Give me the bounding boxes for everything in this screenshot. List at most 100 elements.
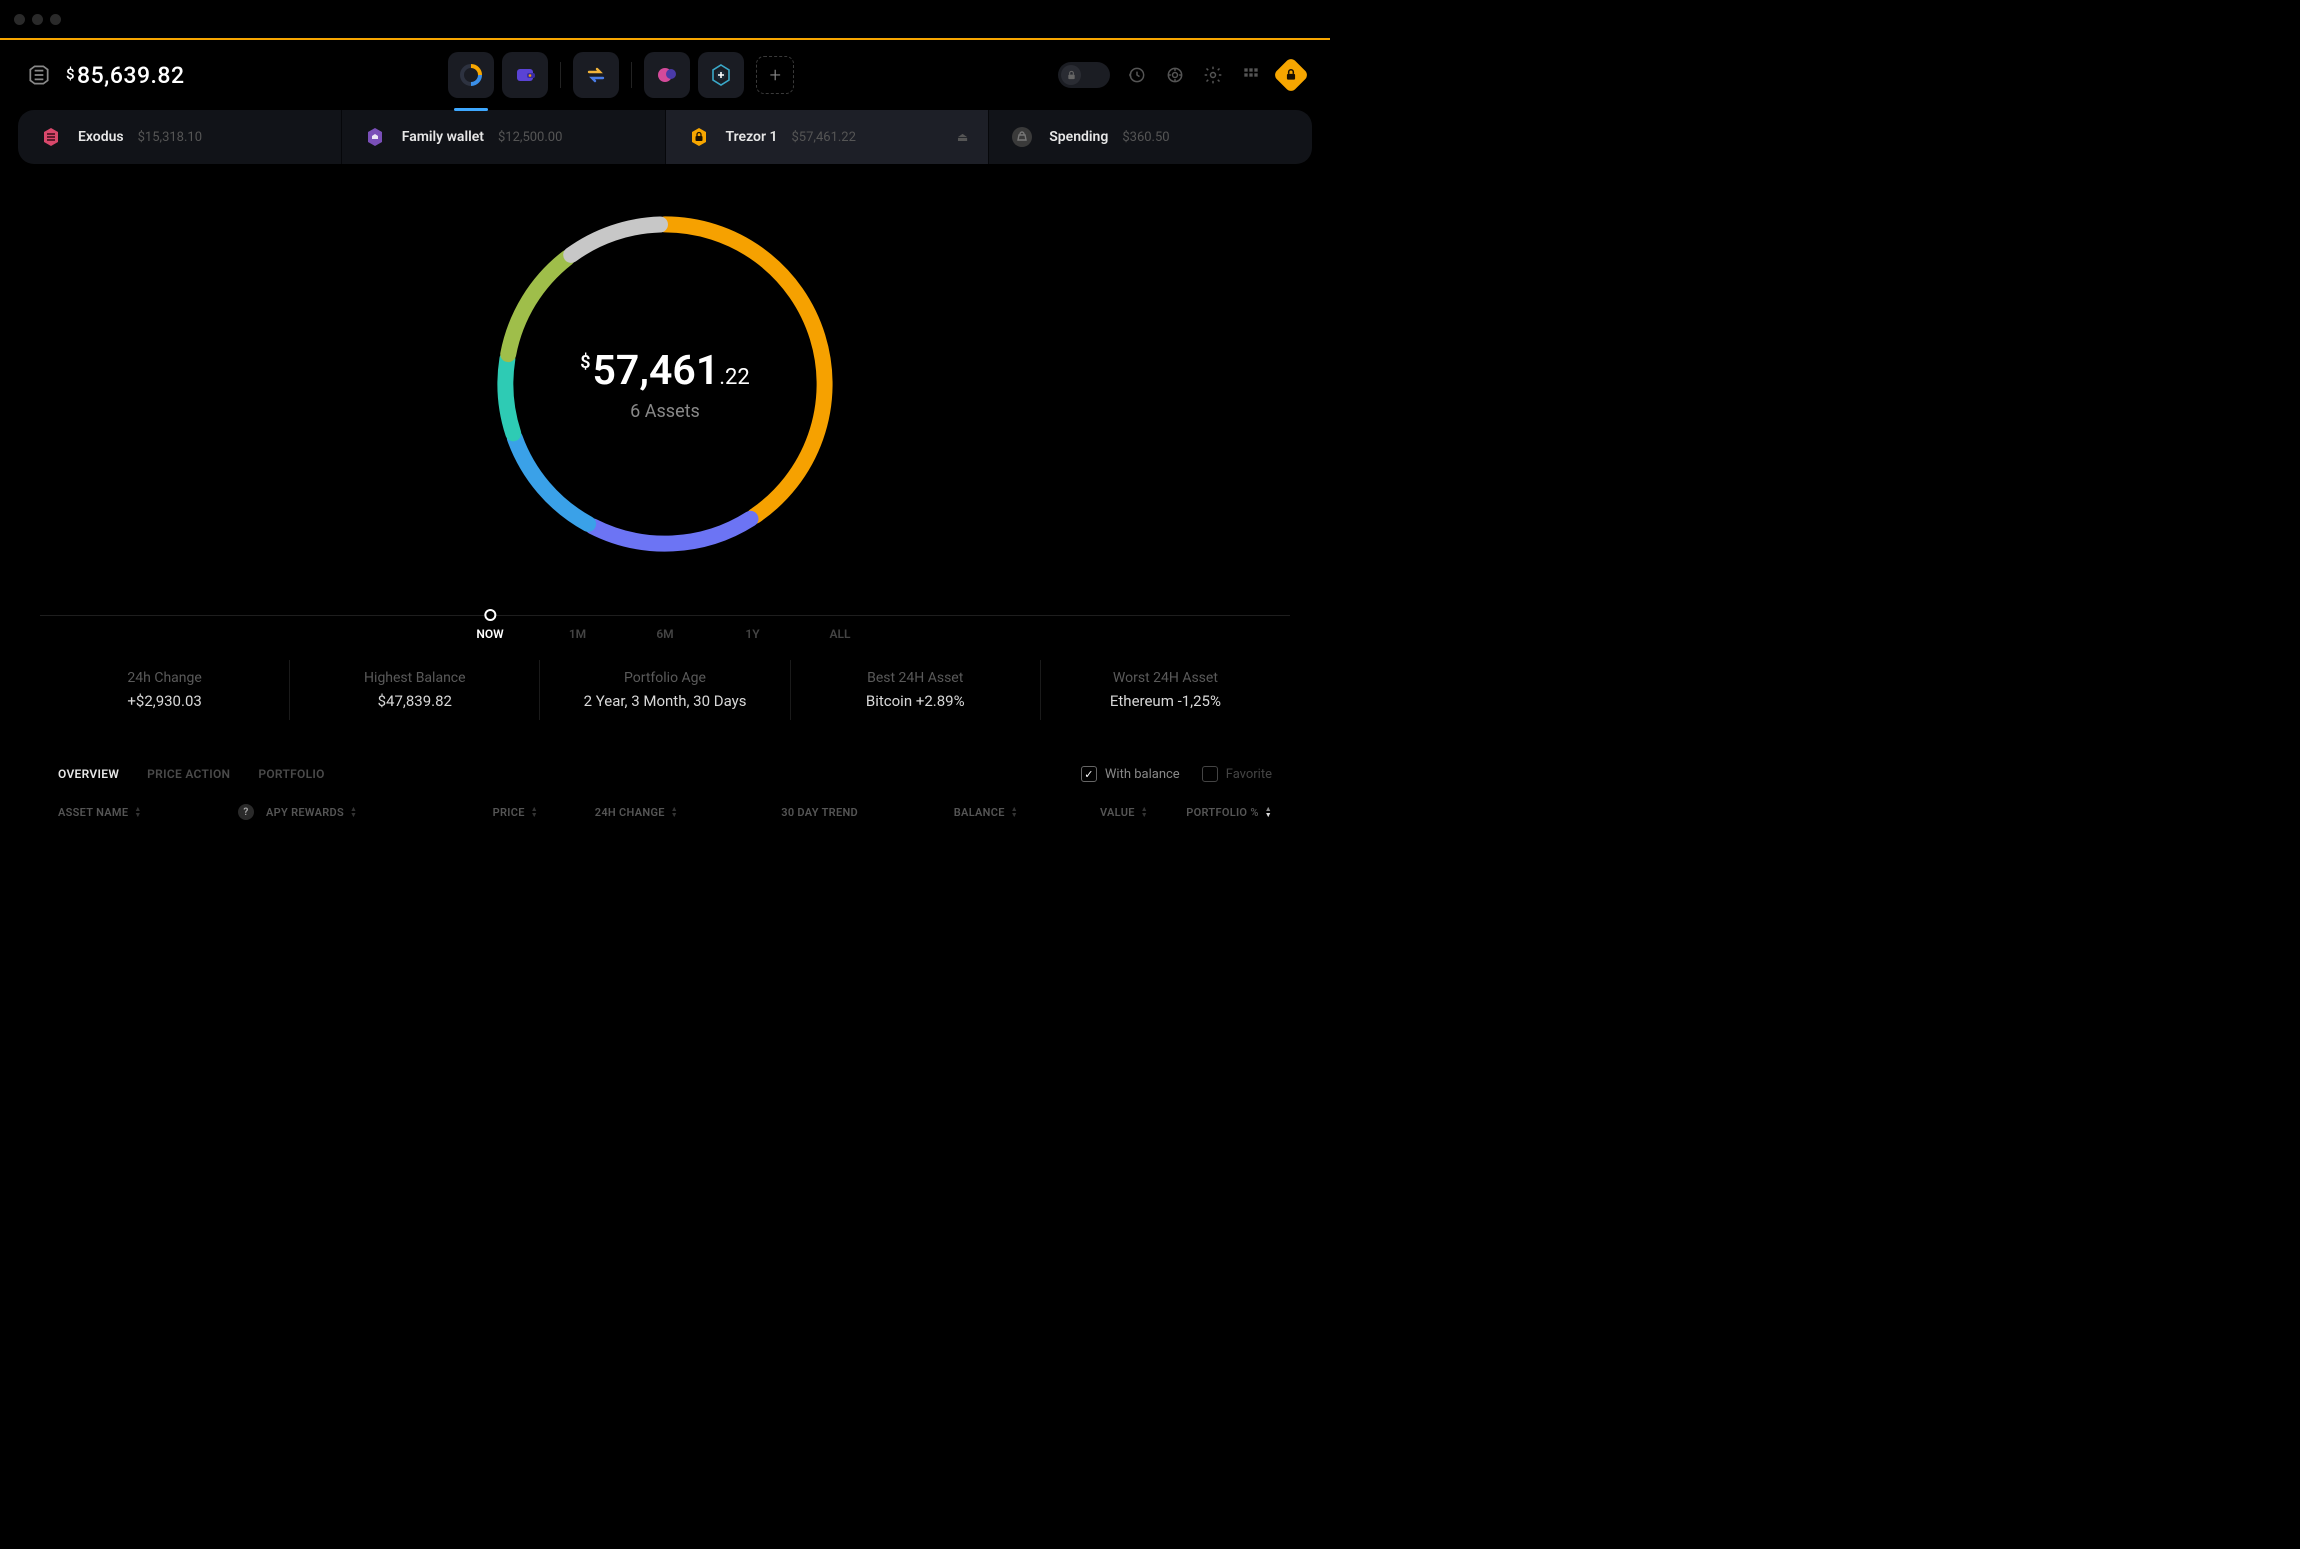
wallet-label: Family wallet xyxy=(402,129,484,145)
stat-item: 24h Change +$2,930.03 xyxy=(40,660,289,720)
col-apy-rewards[interactable]: ?APY REWARDS▲▼ xyxy=(238,804,408,820)
col-portfolio-pct[interactable]: PORTFOLIO %▲▼ xyxy=(1148,804,1272,820)
wallet-icon xyxy=(1009,124,1035,150)
time-range-now[interactable]: NOW xyxy=(476,609,503,641)
time-label: ALL xyxy=(830,627,851,641)
wallet-tab-trezor1[interactable]: Trezor 1 $57,461.22 ⏏ xyxy=(665,110,989,164)
stat-value: $47,839.82 xyxy=(290,692,539,710)
time-label: NOW xyxy=(476,627,503,641)
time-range-all[interactable]: ALL xyxy=(830,609,851,641)
donut-segment[interactable] xyxy=(515,438,588,524)
wallet-label: Spending xyxy=(1049,129,1108,145)
nav-wallet-button[interactable] xyxy=(502,52,548,98)
stats-row: 24h Change +$2,930.03Highest Balance $47,8… xyxy=(40,660,1290,720)
topbar: $85,639.82 xyxy=(0,40,1330,110)
wallet-value: $15,318.10 xyxy=(138,130,202,145)
wallet-value: $57,461.22 xyxy=(791,130,855,145)
nav-exchange-button[interactable] xyxy=(573,52,619,98)
donut-segment[interactable] xyxy=(505,359,513,433)
time-range-1m[interactable]: 1M xyxy=(569,609,586,641)
wallet-value: $12,500.00 xyxy=(498,130,562,145)
table-tab-portfolio[interactable]: PORTFOLIO xyxy=(258,767,324,781)
nav-portfolio-button[interactable] xyxy=(448,52,494,98)
lock-icon xyxy=(1061,65,1081,85)
stat-title: Worst 24H Asset xyxy=(1041,670,1290,686)
eject-icon[interactable]: ⏏ xyxy=(957,130,968,144)
col-price[interactable]: PRICE▲▼ xyxy=(408,804,538,820)
filter-label: With balance xyxy=(1105,767,1180,782)
stat-value: Ethereum -1,25% xyxy=(1041,692,1290,710)
nav-separator xyxy=(560,62,561,88)
wallet-label: Exodus xyxy=(78,129,124,145)
donut-segment[interactable] xyxy=(593,519,751,544)
donut-segment[interactable] xyxy=(508,258,567,354)
hardware-lock-toggle[interactable] xyxy=(1058,62,1110,88)
wallet-label: Trezor 1 xyxy=(726,129,778,145)
time-label: 1Y xyxy=(745,627,759,641)
nav-new-button[interactable]: + xyxy=(756,56,794,94)
traffic-light-zoom[interactable] xyxy=(50,14,61,25)
col-balance[interactable]: BALANCE▲▼ xyxy=(858,804,1018,820)
brand-logo-icon[interactable] xyxy=(26,62,52,88)
wallet-tab-exodus[interactable]: Exodus $15,318.10 xyxy=(18,110,341,164)
stat-value: +$2,930.03 xyxy=(40,692,289,710)
support-button[interactable] xyxy=(1164,64,1186,86)
wallet-icon xyxy=(362,124,388,150)
col-24h-change[interactable]: 24H CHANGE▲▼ xyxy=(538,804,678,820)
traffic-light-close[interactable] xyxy=(14,14,25,25)
help-icon[interactable]: ? xyxy=(238,804,254,820)
plus-icon: + xyxy=(770,63,781,87)
lock-icon xyxy=(1284,68,1298,82)
filter-favorite[interactable]: Favorite xyxy=(1202,766,1272,782)
time-label: 6M xyxy=(656,627,673,641)
settings-button[interactable] xyxy=(1202,64,1224,86)
donut-value: $57,461.22 xyxy=(580,347,750,395)
wallet-tabs: Exodus $15,318.10 Family wallet $12,500.… xyxy=(18,110,1312,164)
table-tab-overview[interactable]: OVERVIEW xyxy=(58,767,119,781)
col-value[interactable]: VALUE▲▼ xyxy=(1018,804,1148,820)
donut-assets-count: 6 Assets xyxy=(580,401,750,422)
wallet-tab-spending[interactable]: Spending $360.50 xyxy=(988,110,1312,164)
stat-title: Best 24H Asset xyxy=(791,670,1040,686)
stat-value: 2 Year, 3 Month, 30 Days xyxy=(540,692,789,710)
wallet-value: $360.50 xyxy=(1122,130,1169,145)
time-dot xyxy=(659,609,671,621)
table-view-tabs: OVERVIEW PRICE ACTION PORTFOLIO xyxy=(58,767,325,781)
traffic-light-minimize[interactable] xyxy=(32,14,43,25)
col-30d-trend[interactable]: 30 DAY TREND xyxy=(678,804,858,820)
time-range-1y[interactable]: 1Y xyxy=(745,609,759,641)
nav-add-asset-button[interactable] xyxy=(698,52,744,98)
table-header: ASSET NAME▲▼ ?APY REWARDS▲▼ PRICE▲▼ 24H … xyxy=(18,782,1312,820)
time-range-6m[interactable]: 6M xyxy=(656,609,673,641)
stat-value: Bitcoin +2.89% xyxy=(791,692,1040,710)
portfolio-donut: $57,461.22 6 Assets xyxy=(18,164,1312,604)
apps-grid-button[interactable] xyxy=(1240,64,1262,86)
filter-with-balance[interactable]: ✓ With balance xyxy=(1081,766,1180,782)
time-dot xyxy=(746,609,758,621)
checkbox-icon xyxy=(1202,766,1218,782)
wallet-icon xyxy=(686,124,712,150)
stat-title: Highest Balance xyxy=(290,670,539,686)
stat-item: Best 24H Asset Bitcoin +2.89% xyxy=(790,660,1040,720)
time-dot xyxy=(484,609,496,621)
nav-apps-button[interactable] xyxy=(644,52,690,98)
wallet-tab-family[interactable]: Family wallet $12,500.00 xyxy=(341,110,665,164)
time-label: 1M xyxy=(569,627,586,641)
filter-label: Favorite xyxy=(1226,767,1272,782)
stat-item: Worst 24H Asset Ethereum -1,25% xyxy=(1040,660,1290,720)
nav-separator xyxy=(631,62,632,88)
user-hardware-badge[interactable] xyxy=(1273,57,1310,94)
time-dot xyxy=(834,609,846,621)
stat-item: Highest Balance $47,839.82 xyxy=(289,660,539,720)
stat-title: Portfolio Age xyxy=(540,670,789,686)
wallet-icon xyxy=(38,124,64,150)
total-balance: $85,639.82 xyxy=(66,62,185,89)
stat-title: 24h Change xyxy=(40,670,289,686)
col-asset-name[interactable]: ASSET NAME▲▼ xyxy=(58,804,238,820)
table-tab-price[interactable]: PRICE ACTION xyxy=(147,767,230,781)
stat-item: Portfolio Age 2 Year, 3 Month, 30 Days xyxy=(539,660,789,720)
nav-center: + xyxy=(185,52,1058,98)
history-button[interactable] xyxy=(1126,64,1148,86)
checkbox-icon: ✓ xyxy=(1081,766,1097,782)
donut-segment[interactable] xyxy=(571,224,660,254)
